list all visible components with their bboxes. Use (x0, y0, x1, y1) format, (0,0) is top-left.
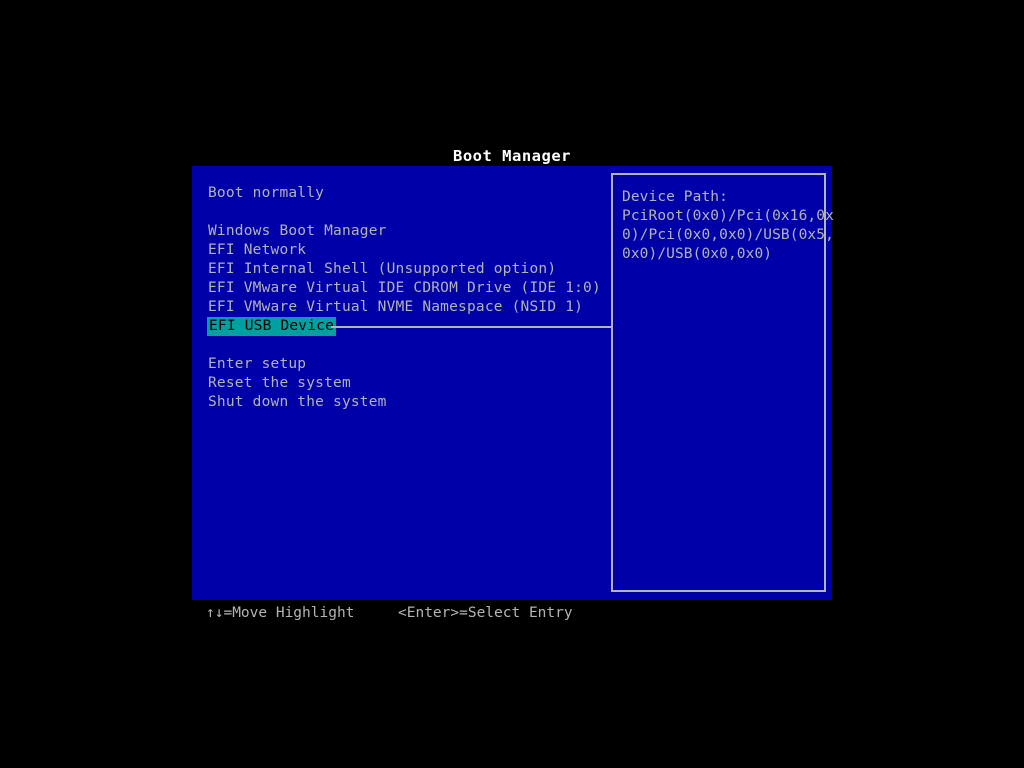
boot-entry-row[interactable]: EFI VMware Virtual NVME Namespace (NSID … (207, 298, 611, 317)
boot-manager-window: Boot normally Windows Boot Manager EFI Net… (192, 166, 834, 600)
device-path-line: PciRoot(0x0)/Pci(0x16,0x (622, 208, 834, 224)
boot-entry-row[interactable]: EFI Network (207, 241, 611, 260)
device-path-line: 0)/Pci(0x0,0x0)/USB(0x5, (622, 227, 834, 243)
device-info-panel: Device Path: PciRoot(0x0)/Pci(0x16,0x 0)/P… (611, 173, 834, 592)
boot-entry-row[interactable]: Shut down the system (207, 393, 611, 412)
boot-entry-label: Boot normally (208, 185, 325, 201)
key-hint-bar: ↑↓=Move Highlight <Enter>=Select Entry (0, 602, 1024, 624)
boot-entry-list[interactable]: Boot normally Windows Boot Manager EFI Net… (207, 184, 614, 412)
menu-spacer (207, 336, 611, 355)
boot-entry-label: EFI Network (208, 242, 307, 258)
hint-move-highlight: ↑↓=Move Highlight (206, 605, 355, 621)
boot-entry-label: EFI USB Device (207, 317, 337, 336)
device-path-line: 0x0)/USB(0x0,0x0) (622, 246, 773, 262)
boot-entry-label: EFI VMware Virtual NVME Namespace (NSID … (208, 299, 584, 315)
boot-entry-label: Shut down the system (208, 394, 387, 410)
boot-entry-row[interactable]: Windows Boot Manager (207, 222, 611, 241)
boot-entry-label: EFI VMware Virtual IDE CDROM Drive (IDE … (208, 280, 601, 296)
page-title: Boot Manager (0, 146, 1024, 166)
device-path-heading: Device Path: (622, 189, 728, 205)
device-path-text: Device Path: PciRoot(0x0)/Pci(0x16,0x 0)/P… (622, 188, 834, 264)
hint-select-entry: <Enter>=Select Entry (398, 605, 573, 621)
boot-entry-label: EFI Internal Shell (Unsupported option) (208, 261, 557, 277)
menu-spacer (207, 203, 611, 222)
boot-manager-screen: Boot Manager Boot normally Windows Boot M… (0, 0, 1024, 768)
boot-entry-row[interactable]: Enter setup (207, 355, 611, 374)
boot-entry-label: Windows Boot Manager (208, 223, 387, 239)
boot-entry-row[interactable]: Boot normally (207, 184, 611, 203)
boot-entry-row[interactable]: EFI USB Device (207, 317, 614, 336)
boot-entry-row[interactable]: EFI Internal Shell (Unsupported option) (207, 260, 611, 279)
selection-rule-line (331, 326, 614, 328)
boot-entry-row[interactable]: Reset the system (207, 374, 611, 393)
boot-entry-row[interactable]: EFI VMware Virtual IDE CDROM Drive (IDE … (207, 279, 611, 298)
boot-entry-label: Enter setup (208, 356, 307, 372)
boot-entry-label: Reset the system (208, 375, 351, 391)
